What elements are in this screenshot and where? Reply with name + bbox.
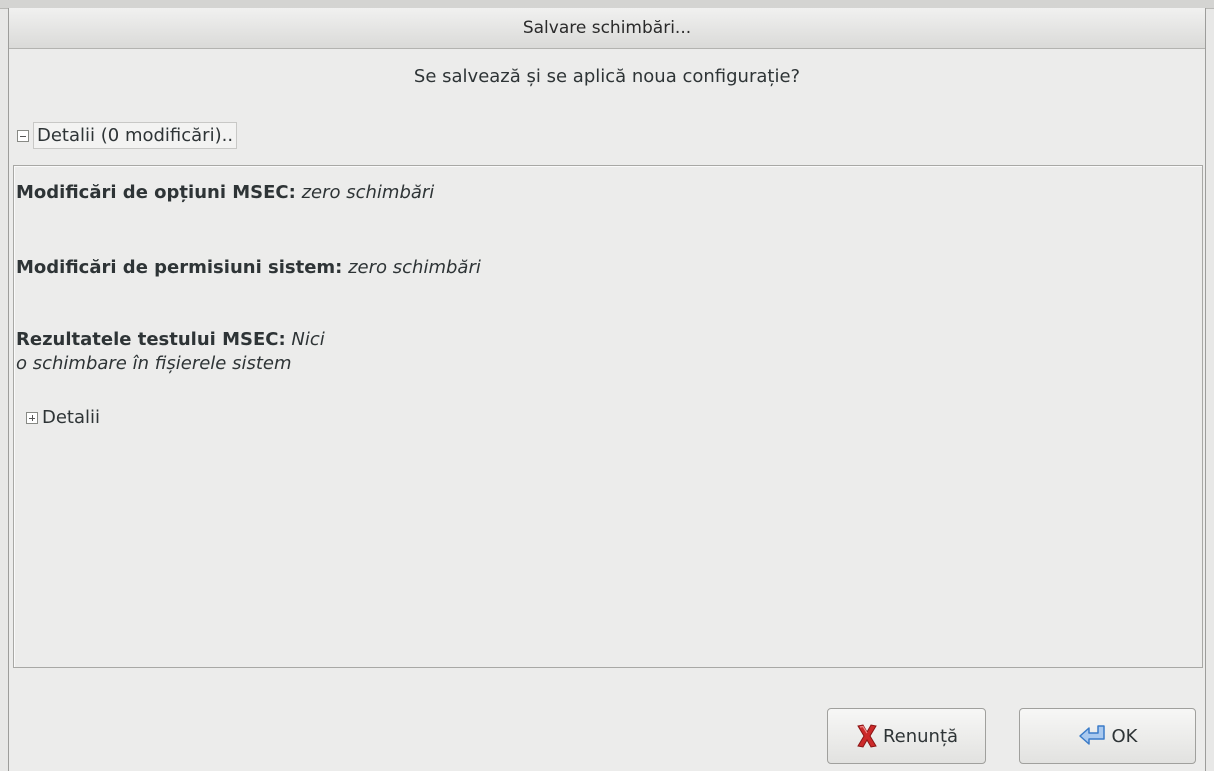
test-details-expander[interactable]: Detalii <box>26 407 100 428</box>
ok-button-label: OK <box>1111 725 1138 747</box>
details-expander[interactable]: Detalii (0 modificări).. <box>17 122 238 149</box>
ok-button[interactable]: OK <box>1019 708 1196 764</box>
red-x-icon <box>855 723 879 749</box>
cancel-button[interactable]: Renunță <box>827 708 986 764</box>
msec-options-changes: Modificări de opțiuni MSEC: zero schimbă… <box>16 181 434 205</box>
system-permissions-changes: Modificări de permisiuni sistem: zero sc… <box>16 256 481 280</box>
collapse-icon[interactable] <box>17 129 29 142</box>
change-label: Modificări de opțiuni MSEC: <box>16 182 296 203</box>
details-expander-label[interactable]: Detalii (0 modificări).. <box>33 122 238 149</box>
test-details-label[interactable]: Detalii <box>42 407 100 428</box>
save-changes-dialog: Salvare schimbări... Se salvează și se a… <box>8 8 1206 771</box>
enter-arrow-icon <box>1078 724 1108 748</box>
details-panel: Modificări de opțiuni MSEC: zero schimbă… <box>13 165 1203 668</box>
change-label: Rezultatele testului MSEC: <box>16 329 286 350</box>
cancel-button-label: Renunță <box>882 725 959 747</box>
change-value-continued: o schimbare în fișierele sistem <box>16 353 292 374</box>
expand-icon[interactable] <box>26 411 38 424</box>
confirmation-question: Se salvează și se aplică noua configuraț… <box>413 66 801 87</box>
dialog-titlebar[interactable]: Salvare schimbări... <box>9 8 1205 49</box>
change-value: Nici <box>291 329 325 350</box>
change-value: zero schimbări <box>348 257 481 278</box>
dialog-title: Salvare schimbări... <box>522 18 692 38</box>
change-value: zero schimbări <box>301 182 435 203</box>
change-label: Modificări de permisiuni sistem: <box>16 257 343 278</box>
msec-test-results: Rezultatele testului MSEC: Nici o schimb… <box>16 328 325 376</box>
